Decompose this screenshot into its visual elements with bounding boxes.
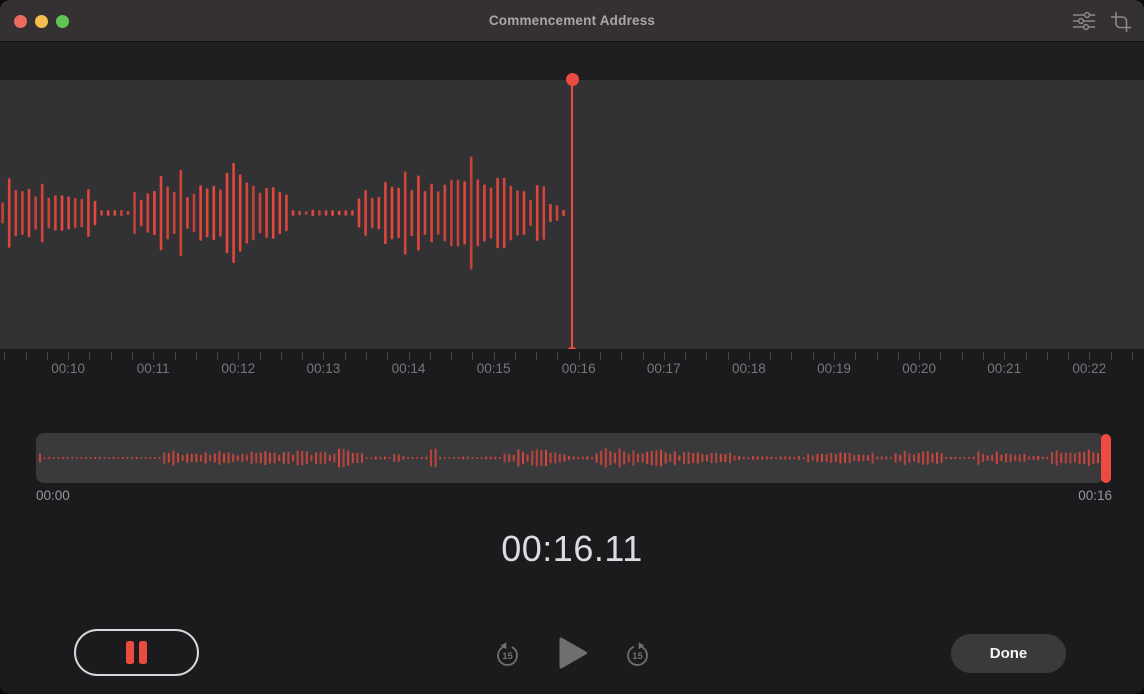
ruler-tick	[196, 352, 197, 360]
ruler-tick	[4, 352, 5, 360]
ruler-tick	[1047, 352, 1048, 360]
ruler-tick	[175, 352, 176, 360]
skip-back-15-button[interactable]: 15	[494, 640, 521, 671]
ruler-tick	[813, 352, 814, 360]
ruler-tick	[238, 352, 239, 360]
ruler-label: 00:19	[817, 361, 851, 376]
ruler-tick	[685, 352, 686, 360]
ruler-label: 00:15	[477, 361, 511, 376]
skip-forward-15-icon: 15	[624, 656, 651, 671]
ruler-tick	[962, 352, 963, 360]
ruler-label: 00:10	[51, 361, 85, 376]
ruler-tick	[302, 352, 303, 360]
ruler-tick	[323, 352, 324, 360]
ruler-tick	[132, 352, 133, 360]
ruler-tick	[1089, 352, 1090, 360]
ruler-tick	[834, 352, 835, 360]
ruler-label: 00:17	[647, 361, 681, 376]
ruler-tick	[217, 352, 218, 360]
ruler-tick	[89, 352, 90, 360]
ruler-label: 00:20	[902, 361, 936, 376]
ruler-tick	[749, 352, 750, 360]
elapsed-time-display: 00:16.11	[0, 528, 1144, 570]
ruler-tick	[472, 352, 473, 360]
pause-icon	[139, 641, 147, 664]
skip-forward-15-button[interactable]: 15	[624, 640, 651, 671]
skip-back-15-icon: 15	[494, 656, 521, 671]
ruler-tick	[430, 352, 431, 360]
ruler-tick	[451, 352, 452, 360]
overview-end-time: 00:16	[1040, 488, 1112, 503]
ruler-tick	[579, 352, 580, 360]
ruler-tick	[47, 352, 48, 360]
overview-waveform	[38, 433, 1102, 483]
ruler-tick	[281, 352, 282, 360]
ruler-tick	[728, 352, 729, 360]
ruler-tick	[983, 352, 984, 360]
overview-start-time: 00:00	[36, 488, 70, 503]
ruler-tick	[1068, 352, 1069, 360]
ruler-label: 00:18	[732, 361, 766, 376]
ruler-tick	[515, 352, 516, 360]
ruler-tick	[706, 352, 707, 360]
ruler-tick	[111, 352, 112, 360]
ruler-tick	[1111, 352, 1112, 360]
recording-waveform	[0, 80, 566, 349]
overview-position-handle[interactable]	[1101, 434, 1111, 483]
ruler-tick	[345, 352, 346, 360]
voice-memos-recording-window: Commencement Address	[0, 0, 1144, 694]
ruler-tick	[1132, 352, 1133, 360]
ruler-tick	[557, 352, 558, 360]
ruler-label: 00:11	[137, 361, 170, 376]
playhead-top-dot[interactable]	[566, 73, 579, 86]
ruler-tick	[68, 352, 69, 360]
ruler-label: 00:12	[221, 361, 255, 376]
ruler-tick	[387, 352, 388, 360]
svg-text:15: 15	[632, 651, 643, 662]
sliders-icon	[1072, 19, 1096, 34]
pause-icon	[126, 641, 134, 664]
ruler-tick	[877, 352, 878, 360]
window-title: Commencement Address	[0, 0, 1144, 42]
ruler-tick	[600, 352, 601, 360]
crop-trim-button[interactable]	[1110, 11, 1132, 36]
ruler-tick	[898, 352, 899, 360]
ruler-tick	[919, 352, 920, 360]
ruler-tick	[855, 352, 856, 360]
playhead-line[interactable]	[571, 80, 574, 353]
ruler-label: 00:22	[1072, 361, 1106, 376]
ruler-label: 00:14	[392, 361, 426, 376]
overview-strip[interactable]	[36, 433, 1104, 483]
ruler-tick	[1004, 352, 1005, 360]
ruler-tick	[153, 352, 154, 360]
ruler-tick	[643, 352, 644, 360]
ruler-tick	[791, 352, 792, 360]
ruler-tick	[366, 352, 367, 360]
timeline-ruler[interactable]: 00:0900:1000:1100:1200:1300:1400:1500:16…	[0, 349, 1144, 387]
crop-icon	[1110, 21, 1132, 36]
titlebar[interactable]: Commencement Address	[0, 0, 1144, 42]
ruler-label: 00:13	[306, 361, 340, 376]
ruler-tick	[940, 352, 941, 360]
ruler-label: 00:16	[562, 361, 596, 376]
ruler-tick	[494, 352, 495, 360]
ruler-tick	[26, 352, 27, 360]
ruler-tick	[621, 352, 622, 360]
ruler-tick	[664, 352, 665, 360]
ruler-tick	[770, 352, 771, 360]
ruler-tick	[409, 352, 410, 360]
svg-text:15: 15	[502, 651, 513, 662]
ruler-tick	[1026, 352, 1027, 360]
pause-recording-button[interactable]	[74, 629, 199, 676]
ruler-tick	[536, 352, 537, 360]
play-icon	[558, 658, 588, 673]
done-button[interactable]: Done	[951, 634, 1066, 673]
playback-settings-button[interactable]	[1072, 11, 1096, 34]
ruler-tick	[260, 352, 261, 360]
ruler-label: 00:21	[987, 361, 1021, 376]
play-button[interactable]	[558, 636, 588, 673]
